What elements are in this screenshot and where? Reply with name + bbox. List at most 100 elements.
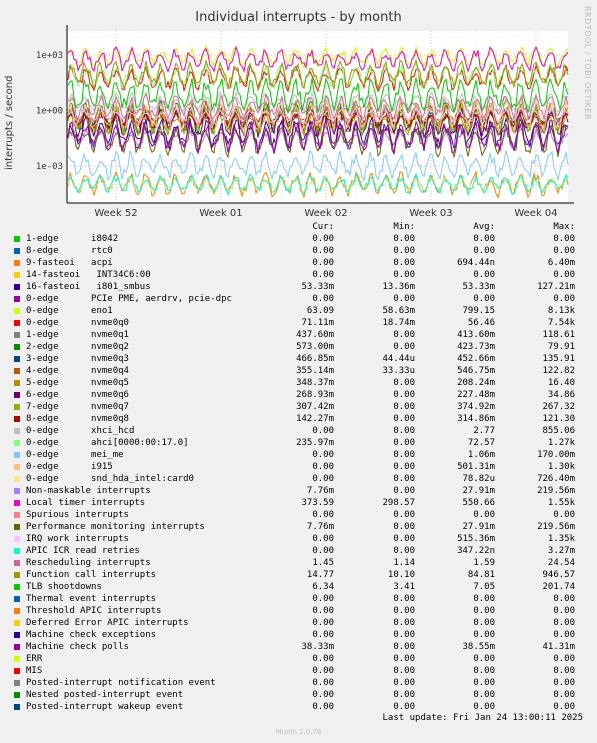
legend-value-max: 0.00	[553, 690, 575, 700]
legend-value-avg: 72.57	[467, 438, 495, 448]
legend-value-cur: 0.00	[312, 294, 334, 304]
legend-value-min: 0.00	[393, 522, 415, 532]
legend-row: MIS 0.00 0.00 0.00 0.00	[0, 666, 597, 678]
legend-value-max: 121.30	[542, 414, 575, 424]
legend-value-avg: 0.00	[473, 594, 495, 604]
legend-value-min: 0.00	[393, 402, 415, 412]
legend-value-avg: 0.00	[473, 666, 495, 676]
legend-value-min: 0.00	[393, 414, 415, 424]
legend-value-cur: 63.09	[306, 306, 334, 316]
legend-value-max: 1.35k	[547, 534, 575, 544]
legend-value-cur: 0.00	[312, 246, 334, 256]
legend-value-min: 0.00	[393, 642, 415, 652]
legend-series-name: Machine check exceptions	[26, 630, 157, 640]
legend-value-cur: 307.42m	[296, 402, 334, 412]
legend-row: Machine check exceptions 0.00 0.00 0.00 0.00	[0, 630, 597, 642]
legend-value-max: 0.00	[553, 654, 575, 664]
legend-row: Function call interrupts 14.77 10.10 84.81 9…	[0, 570, 597, 582]
legend-series-name: 0-edge snd_hda_intel:card0	[26, 474, 194, 484]
y-tick-label: 1e+03	[36, 51, 63, 61]
legend-value-min: 44.44u	[382, 354, 415, 364]
legend-value-max: 0.00	[553, 702, 575, 712]
legend-row: 0-edge eno1 63.09 58.63m 799.15 8.13k	[0, 306, 597, 318]
legend-value-avg: 0.00	[473, 690, 495, 700]
legend-swatch	[14, 380, 20, 386]
legend-value-avg: 0.00	[473, 270, 495, 280]
legend-value-cur: 0.00	[312, 594, 334, 604]
legend-series-name: Performance monitoring interrupts	[26, 522, 205, 532]
legend-value-avg: 0.00	[473, 678, 495, 688]
legend-value-cur: 0.00	[312, 534, 334, 544]
legend-series-name: 9-fasteoi acpi	[26, 258, 113, 268]
legend-value-min: 0.00	[393, 330, 415, 340]
legend-series-name: 1-edge i8042	[26, 234, 119, 244]
legend-row: 0-edge mei_me 0.00 0.00 1.06m 170.00m	[0, 450, 597, 462]
legend-value-max: 170.00m	[537, 450, 575, 460]
legend-value-min: 0.00	[393, 678, 415, 688]
legend-value-max: 0.00	[553, 294, 575, 304]
legend-series-name: Posted-interrupt wakeup event	[26, 702, 184, 712]
legend-value-cur: 6.34	[312, 582, 334, 592]
legend-value-min: 0.00	[393, 534, 415, 544]
legend-value-avg: 0.00	[473, 630, 495, 640]
legend-value-min: 3.41	[393, 582, 415, 592]
legend-value-min: 0.00	[393, 378, 415, 388]
legend-value-max: 0.00	[553, 246, 575, 256]
legend-value-avg: 347.22n	[457, 546, 495, 556]
legend-swatch	[14, 476, 20, 482]
legend-swatch	[14, 248, 20, 254]
legend-value-max: 219.56m	[537, 522, 575, 532]
legend-value-max: 726.40m	[537, 474, 575, 484]
legend-value-min: 0.00	[393, 666, 415, 676]
legend-value-avg: 0.00	[473, 246, 495, 256]
last-update: Last update: Fri Jan 24 13:00:11 2025	[382, 713, 583, 723]
legend-row: Spurious interrupts 0.00 0.00 0.00 0.00	[0, 510, 597, 522]
legend-swatch	[14, 416, 20, 422]
legend-value-min: 0.00	[393, 270, 415, 280]
legend-row: Local timer interrupts 373.59 298.57 550.66…	[0, 498, 597, 510]
legend-value-cur: 14.77	[306, 570, 334, 580]
legend-row: 1-edge i8042 0.00 0.00 0.00 0.00	[0, 234, 597, 246]
legend-value-min: 298.57	[382, 498, 415, 508]
legend-series-name: Non-maskable interrupts	[26, 486, 151, 496]
legend-value-avg: 227.48m	[457, 390, 495, 400]
legend-row: 0-edge snd_hda_intel:card0 0.00 0.00 78.82u…	[0, 474, 597, 486]
legend-swatch	[14, 704, 20, 710]
legend-row: 5-edge nvme0q5 348.37m 0.00 208.24m 16.40	[0, 378, 597, 390]
legend-swatch	[14, 236, 20, 242]
munin-version: Munin 2.0.76	[275, 728, 322, 736]
legend-row: ERR 0.00 0.00 0.00 0.00	[0, 654, 597, 666]
legend-value-cur: 0.00	[312, 462, 334, 472]
legend-col-cur: Cur:	[312, 222, 334, 232]
legend-value-max: 118.61	[542, 330, 575, 340]
legend-value-max: 127.21m	[537, 282, 575, 292]
legend-swatch	[14, 560, 20, 566]
legend-swatch	[14, 656, 20, 662]
legend-row: 9-fasteoi acpi 0.00 0.00 694.44n 6.40m	[0, 258, 597, 270]
legend-value-min: 0.00	[393, 246, 415, 256]
legend-row: 8-edge nvme0q8 142.27m 0.00 314.86m 121.30	[0, 414, 597, 426]
legend-row: 0-edge ahci[0000:00:17.0] 235.97m 0.00 72.5…	[0, 438, 597, 450]
legend-series-name: 3-edge nvme0q3	[26, 354, 129, 364]
legend-swatch	[14, 488, 20, 494]
x-tick-label: Week 04	[514, 208, 557, 219]
legend-series-name: Machine check polls	[26, 642, 129, 652]
legend-col-min: Min:	[393, 222, 415, 232]
legend-value-min: 0.00	[393, 342, 415, 352]
legend-value-max: 0.00	[553, 630, 575, 640]
legend-value-max: 0.00	[553, 594, 575, 604]
legend-value-cur: 268.93m	[296, 390, 334, 400]
legend-series-name: 8-edge rtc0	[26, 246, 113, 256]
legend-value-avg: 799.15	[462, 306, 495, 316]
legend-row: 6-edge nvme0q6 268.93m 0.00 227.48m 34.86	[0, 390, 597, 402]
legend-value-max: 0.00	[553, 510, 575, 520]
legend-swatch	[14, 428, 20, 434]
legend-series-name: 2-edge nvme0q2	[26, 342, 129, 352]
legend-series-name: 0-edge i915	[26, 462, 113, 472]
legend-value-avg: 374.92m	[457, 402, 495, 412]
legend-series-name: MIS	[26, 666, 43, 676]
legend-series-name: 1-edge nvme0q1	[26, 330, 129, 340]
legend-series-name: 16-fasteoi i801_smbus	[26, 282, 151, 292]
legend-value-avg: 0.00	[473, 606, 495, 616]
legend-value-avg: 550.66	[462, 498, 495, 508]
